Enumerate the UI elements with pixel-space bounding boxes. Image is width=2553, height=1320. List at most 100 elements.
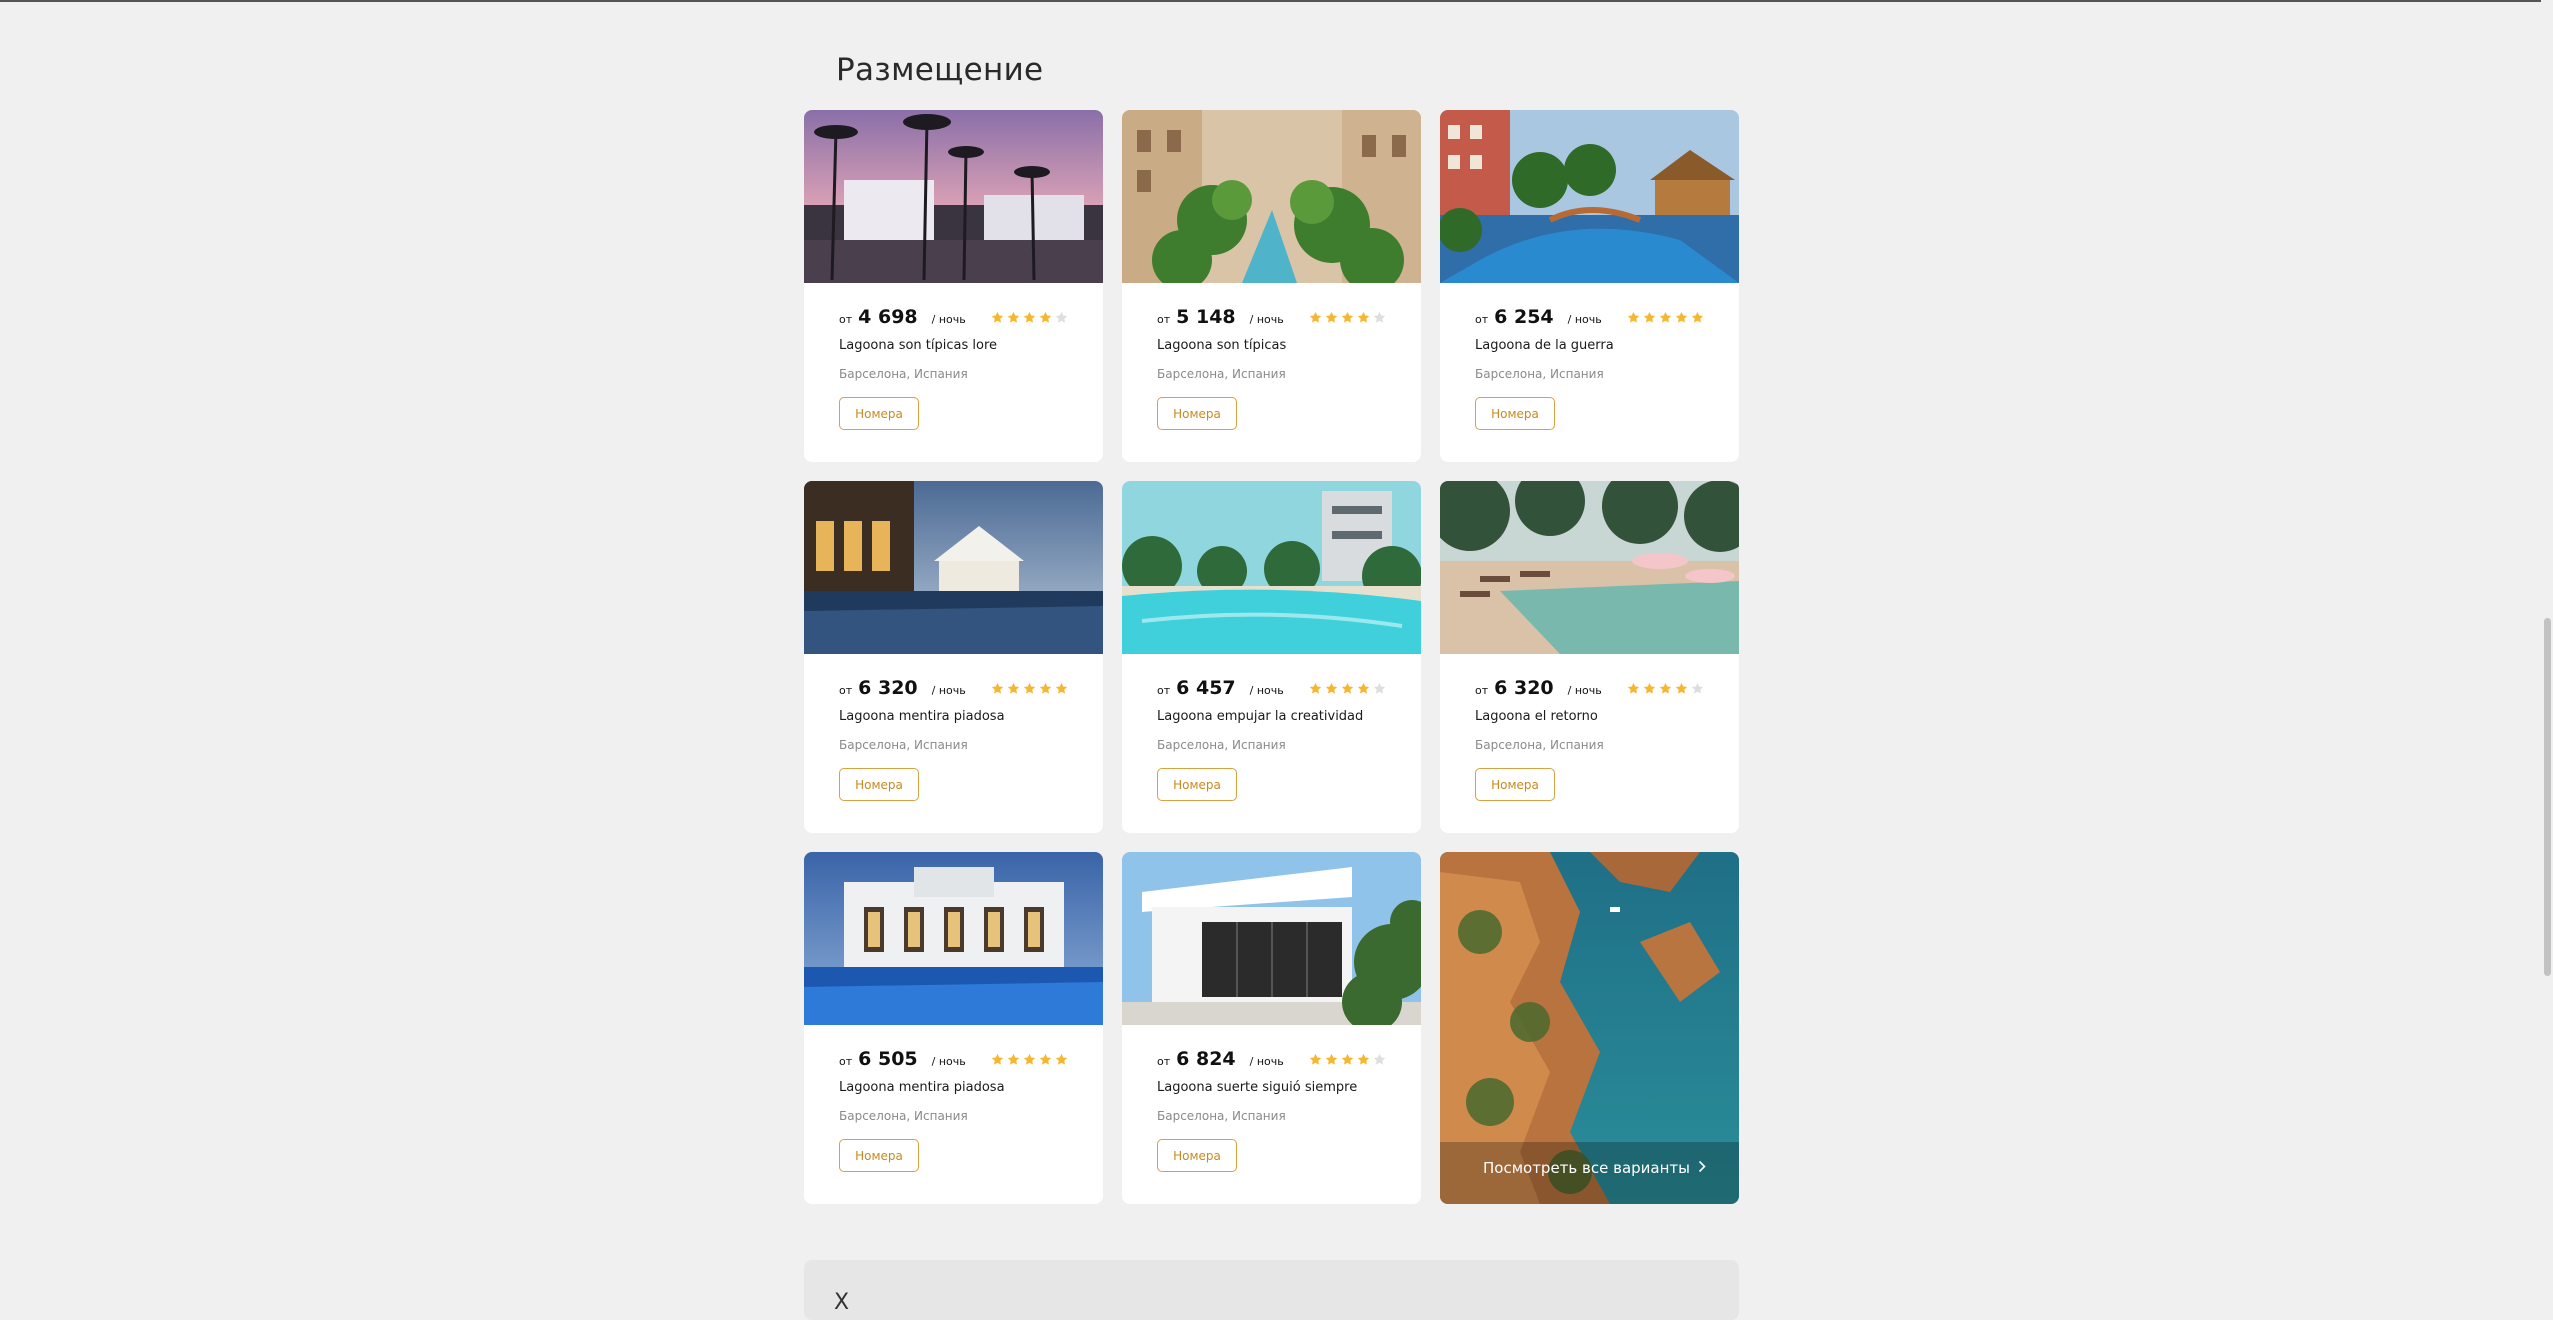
price-prefix: от [839,1055,853,1068]
star-icon [1007,1053,1020,1065]
hotel-card[interactable]: от 5 148 / ночь Lagoona son típicas Барс… [1122,110,1421,462]
hotel-name[interactable]: Lagoona mentira piadosa [839,1080,1005,1095]
star-icon [1309,682,1322,694]
hotel-card[interactable]: от 6 320 / ночь Lagoona el retorno Барсе… [1440,481,1739,833]
hotel-card[interactable]: от 6 505 / ночь Lagoona mentira piadosa … [804,852,1103,1204]
price-row: от 5 148 / ночь [1157,306,1284,328]
section-title: Размещение [836,52,1044,88]
star-icon [1357,311,1370,323]
star-icon [1309,311,1322,323]
hotel-photo[interactable] [1440,481,1739,654]
price-value: 6 320 [1494,677,1554,699]
star-icon [1007,682,1020,694]
star-icon [1341,1053,1354,1065]
star-icon [1055,682,1068,694]
hotel-card[interactable]: от 6 457 / ночь Lagoona empujar la creat… [1122,481,1421,833]
hotel-name[interactable]: Lagoona son típicas lore [839,338,997,353]
star-icon [1373,682,1386,694]
star-rating [1309,311,1386,324]
chevron-right-icon [1698,1159,1706,1177]
star-icon [1691,682,1704,694]
star-icon [1373,311,1386,323]
hotel-photo[interactable] [1122,110,1421,283]
hotel-card[interactable]: от 6 254 / ночь Lagoona de la guerra Бар… [1440,110,1739,462]
star-icon [1007,311,1020,323]
rooms-button[interactable]: Номера [839,397,919,430]
star-icon [1325,682,1338,694]
rooms-button[interactable]: Номера [1475,768,1555,801]
price-row: от 6 505 / ночь [839,1048,966,1070]
view-all-label: Посмотреть все варианты [1483,1159,1690,1177]
star-icon [1643,311,1656,323]
rooms-button[interactable]: Номера [839,1139,919,1172]
hotel-location: Барселона, Испания [1475,367,1604,381]
star-icon [1309,1053,1322,1065]
price-value: 6 320 [858,677,918,699]
view-all-card[interactable]: Посмотреть все варианты [1440,852,1739,1204]
star-rating [1627,682,1704,695]
price-prefix: от [1157,684,1171,697]
star-icon [1055,311,1068,323]
hotel-name[interactable]: Lagoona de la guerra [1475,338,1614,353]
rooms-button[interactable]: Номера [1157,397,1237,430]
hotel-photo[interactable] [1440,110,1739,283]
accommodation-grid: от 4 698 / ночь Lagoona son típicas lore… [804,110,1739,1204]
hotel-name[interactable]: Lagoona empujar la creatividad [1157,709,1363,724]
price-unit: / ночь [931,313,966,326]
hotel-location: Барселона, Испания [839,367,968,381]
price-prefix: от [839,684,853,697]
hotel-photo[interactable] [804,852,1103,1025]
next-section-panel: Х [804,1260,1739,1320]
star-icon [1325,311,1338,323]
price-value: 6 824 [1176,1048,1236,1070]
star-icon [1691,311,1704,323]
star-icon [1023,1053,1036,1065]
hotel-location: Барселона, Испания [1157,1109,1286,1123]
price-row: от 6 457 / ночь [1157,677,1284,699]
hotel-name[interactable]: Lagoona el retorno [1475,709,1598,724]
star-rating [1309,1053,1386,1066]
price-prefix: от [839,313,853,326]
hotel-location: Барселона, Испания [839,1109,968,1123]
rooms-button[interactable]: Номера [839,768,919,801]
hotel-photo[interactable] [1122,481,1421,654]
star-icon [1055,1053,1068,1065]
star-icon [1039,311,1052,323]
hotel-photo[interactable] [1122,852,1421,1025]
hotel-location: Барселона, Испания [839,738,968,752]
hotel-photo[interactable] [804,110,1103,283]
price-prefix: от [1475,313,1489,326]
hotel-name[interactable]: Lagoona mentira piadosa [839,709,1005,724]
star-icon [1341,311,1354,323]
hotel-card[interactable]: от 6 320 / ночь Lagoona mentira piadosa … [804,481,1103,833]
price-unit: / ночь [931,684,966,697]
price-unit: / ночь [1567,684,1602,697]
hotel-photo[interactable] [804,481,1103,654]
price-value: 5 148 [1176,306,1236,328]
star-rating [991,1053,1068,1066]
hotel-location: Барселона, Испания [1475,738,1604,752]
star-rating [991,311,1068,324]
hotel-card[interactable]: от 6 824 / ночь Lagoona suerte siguió si… [1122,852,1421,1204]
star-icon [1039,682,1052,694]
star-rating [1627,311,1704,324]
rooms-button[interactable]: Номера [1475,397,1555,430]
price-unit: / ночь [1249,1055,1284,1068]
hotel-card[interactable]: от 4 698 / ночь Lagoona son típicas lore… [804,110,1103,462]
star-icon [1659,311,1672,323]
view-all-link[interactable]: Посмотреть все варианты [1483,1159,1706,1177]
scrollbar-thumb[interactable] [2544,618,2551,976]
star-icon [1627,682,1640,694]
hotel-name[interactable]: Lagoona suerte siguió siempre [1157,1080,1357,1095]
star-icon [1675,682,1688,694]
hotel-location: Барселона, Испания [1157,738,1286,752]
star-icon [1643,682,1656,694]
hotel-name[interactable]: Lagoona son típicas [1157,338,1286,353]
star-icon [1659,682,1672,694]
star-icon [1341,682,1354,694]
star-icon [991,311,1004,323]
rooms-button[interactable]: Номера [1157,768,1237,801]
star-icon [1357,1053,1370,1065]
rooms-button[interactable]: Номера [1157,1139,1237,1172]
price-prefix: от [1157,313,1171,326]
